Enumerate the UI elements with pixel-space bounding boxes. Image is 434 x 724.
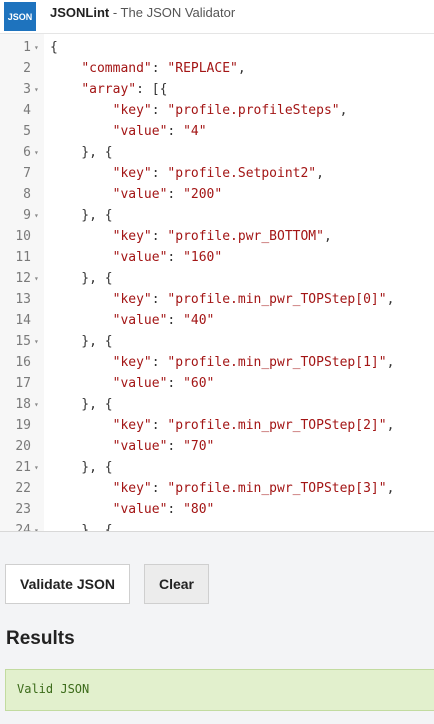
line-number: 5	[23, 124, 31, 139]
clear-button[interactable]: Clear	[144, 564, 209, 604]
code-line: 14 "value": "40"	[0, 310, 434, 331]
code-line: 5 "value": "4"	[0, 121, 434, 142]
code-text: "key": "profile.min_pwr_TOPStep[0]",	[112, 292, 395, 307]
fold-arrow-icon[interactable]: ▾	[34, 457, 42, 478]
code-line: 18 ▾ }, {	[0, 394, 434, 415]
code-line: 10 "key": "profile.pwr_BOTTOM",	[0, 226, 434, 247]
code-text: }, {	[50, 523, 113, 532]
code-line: 24 ▾ }, {	[0, 520, 434, 532]
code-line: 21 ▾ }, {	[0, 457, 434, 478]
code-text: "value": "40"	[112, 313, 215, 328]
line-number: 24	[15, 523, 31, 532]
line-number: 22	[15, 481, 31, 496]
code-text: {	[50, 40, 58, 55]
code-line: 19 "key": "profile.min_pwr_TOPStep[2]",	[0, 415, 434, 436]
line-number: 15	[15, 334, 31, 349]
line-number: 1	[23, 40, 31, 55]
code-line: 15 ▾ }, {	[0, 331, 434, 352]
code-line: 20 "value": "70"	[0, 436, 434, 457]
line-number: 18	[15, 397, 31, 412]
line-number: 14	[15, 313, 31, 328]
code-text: "key": "profile.min_pwr_TOPStep[2]",	[112, 418, 395, 433]
fold-arrow-icon[interactable]: ▾	[34, 268, 42, 289]
code-text: "key": "profile.pwr_BOTTOM",	[112, 229, 332, 244]
line-number: 11	[15, 250, 31, 265]
jsonlint-logo[interactable]: JSON	[4, 2, 36, 31]
code-line: 23 "value": "80"	[0, 499, 434, 520]
json-editor[interactable]: 1 ▾{2 "command": "REPLACE", 3 ▾ "array": [{…	[0, 33, 434, 532]
fold-arrow-icon[interactable]: ▾	[34, 79, 42, 100]
code-text: }, {	[50, 334, 113, 349]
line-number: 7	[23, 166, 31, 181]
code-line: 6 ▾ }, {	[0, 142, 434, 163]
code-line: 12 ▾ }, {	[0, 268, 434, 289]
line-number: 4	[23, 103, 31, 118]
line-number: 13	[15, 292, 31, 307]
line-number: 9	[23, 208, 31, 223]
result-message-box: Valid JSON	[5, 669, 434, 711]
code-text: "key": "profile.Setpoint2",	[112, 166, 324, 181]
code-text: "key": "profile.min_pwr_TOPStep[3]",	[112, 481, 395, 496]
line-number: 12	[15, 271, 31, 286]
code-text: }, {	[50, 271, 113, 286]
app-tagline: - The JSON Validator	[109, 5, 236, 20]
code-text: "key": "profile.profileSteps",	[112, 103, 348, 118]
app-name[interactable]: JSONLint	[50, 5, 109, 20]
line-number: 19	[15, 418, 31, 433]
code-text: "value": "80"	[112, 502, 215, 517]
fold-arrow-icon[interactable]: ▾	[34, 331, 42, 352]
line-number: 17	[15, 376, 31, 391]
code-text: "array": [{	[81, 82, 168, 97]
code-line: 17 "value": "60"	[0, 373, 434, 394]
line-number: 23	[15, 502, 31, 517]
code-line: 9 ▾ }, {	[0, 205, 434, 226]
line-number: 6	[23, 145, 31, 160]
results-heading: Results	[6, 628, 75, 649]
line-number: 3	[23, 82, 31, 97]
code-text: }, {	[50, 460, 113, 475]
code-text: "command": "REPLACE",	[81, 61, 246, 76]
code-text: "key": "profile.min_pwr_TOPStep[1]",	[112, 355, 395, 370]
code-line: 1 ▾ {	[0, 37, 434, 58]
fold-arrow-icon[interactable]: ▾	[34, 205, 42, 226]
code-text: "value": "160"	[112, 250, 223, 265]
code-line: 22 "key": "profile.min_pwr_TOPStep[3]",	[0, 478, 434, 499]
line-number: 20	[15, 439, 31, 454]
code-text: "value": "70"	[112, 439, 215, 454]
code-line: 4 "key": "profile.profileSteps",	[0, 100, 434, 121]
fold-arrow-icon[interactable]: ▾	[34, 142, 42, 163]
code-text: }, {	[50, 145, 113, 160]
code-line: 8 "value": "200"	[0, 184, 434, 205]
code-line: 3 ▾ "array": [{	[0, 79, 434, 100]
line-number: 21	[15, 460, 31, 475]
page-title: JSONLint - The JSON Validator	[50, 5, 235, 20]
code-line: 11 "value": "160"	[0, 247, 434, 268]
validate-json-button[interactable]: Validate JSON	[5, 564, 130, 604]
code-text: }, {	[50, 397, 113, 412]
code-line: 16 "key": "profile.min_pwr_TOPStep[1]",	[0, 352, 434, 373]
fold-arrow-icon[interactable]: ▾	[34, 394, 42, 415]
line-number: 16	[15, 355, 31, 370]
code-text: }, {	[50, 208, 113, 223]
code-text: "value": "200"	[112, 187, 223, 202]
line-number: 10	[15, 229, 31, 244]
code-line: 13 "key": "profile.min_pwr_TOPStep[0]",	[0, 289, 434, 310]
result-message: Valid JSON	[17, 682, 90, 696]
fold-arrow-icon[interactable]: ▾	[34, 520, 42, 531]
code-line: 7 "key": "profile.Setpoint2",	[0, 163, 434, 184]
app-header: JSON JSONLint - The JSON Validator	[0, 0, 434, 33]
code-text: "value": "60"	[112, 376, 215, 391]
code-line: 2 "command": "REPLACE",	[0, 58, 434, 79]
line-number: 8	[23, 187, 31, 202]
line-number: 2	[23, 61, 31, 76]
code-text: "value": "4"	[112, 124, 207, 139]
fold-arrow-icon[interactable]: ▾	[34, 37, 42, 58]
